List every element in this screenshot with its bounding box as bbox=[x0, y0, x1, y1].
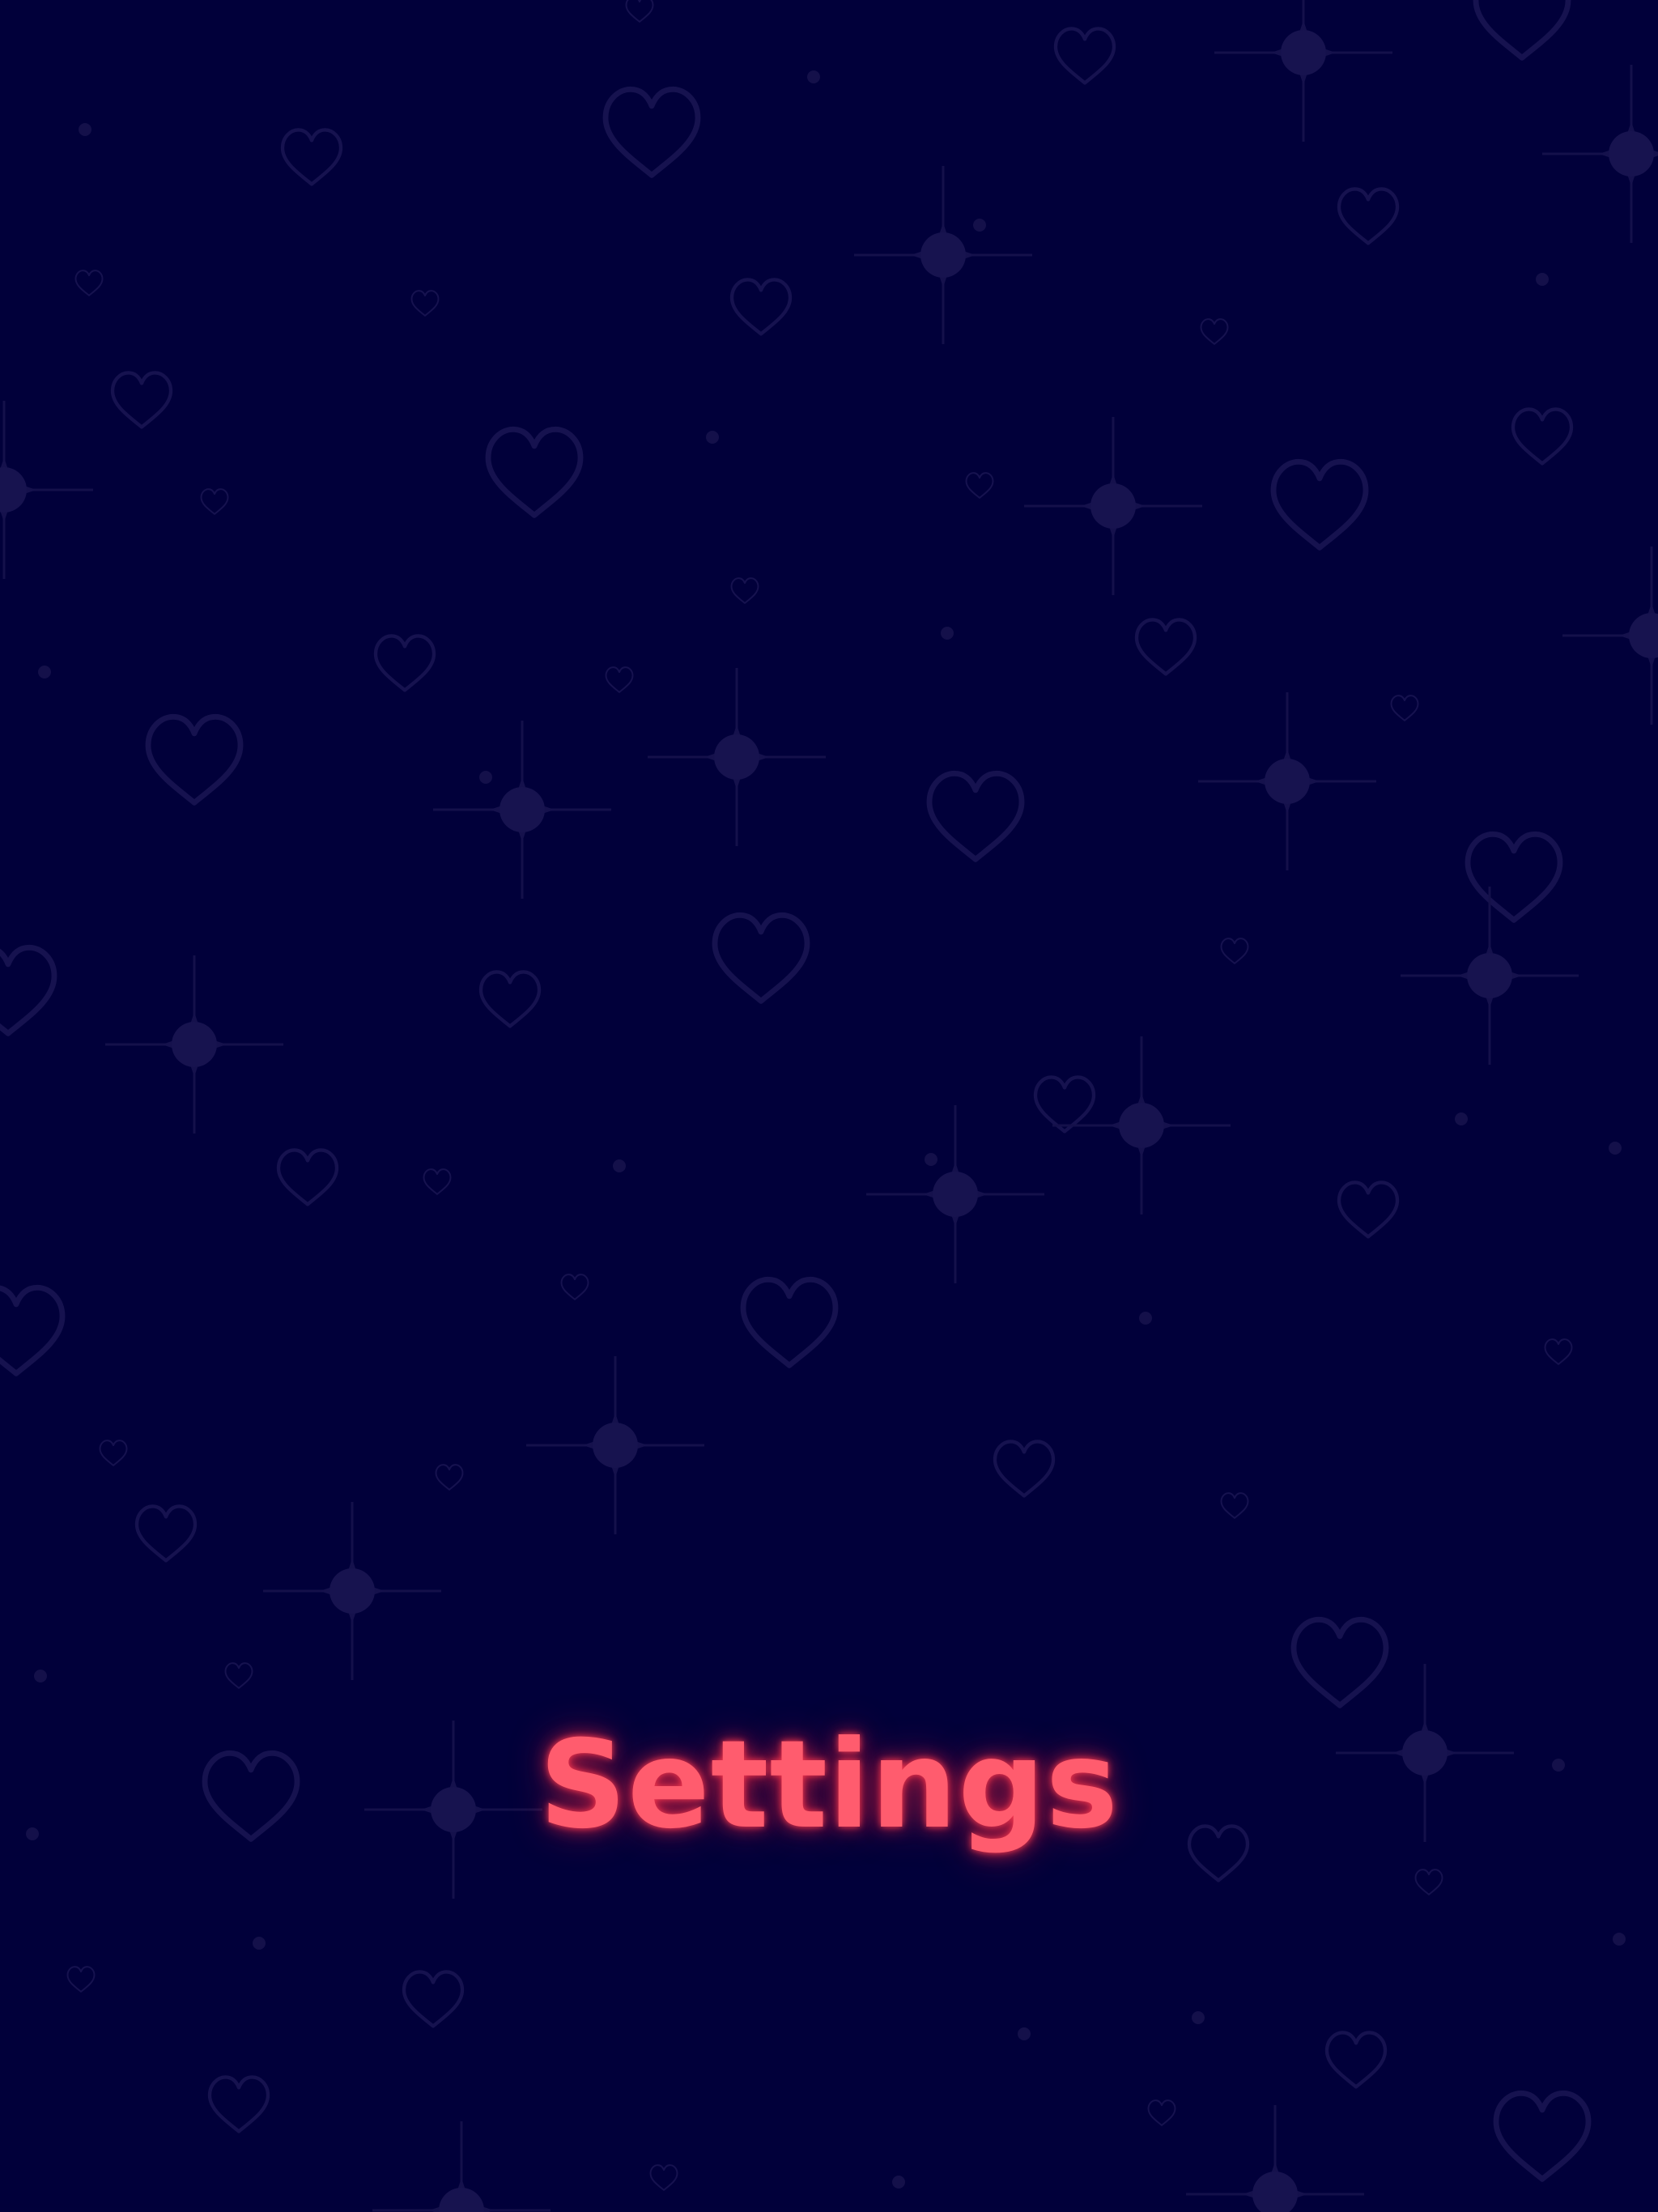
heart-outline-icon bbox=[1390, 695, 1419, 721]
background-dot bbox=[1018, 2027, 1031, 2040]
sparkle-icon bbox=[104, 954, 285, 1135]
sparkle-icon bbox=[371, 2120, 552, 2212]
background-pattern bbox=[0, 0, 1658, 2212]
heart-outline-icon bbox=[0, 1287, 62, 1373]
background-dot bbox=[892, 2176, 905, 2189]
heart-outline-icon bbox=[560, 1274, 589, 1300]
heart-outline-icon bbox=[995, 1441, 1053, 1495]
heart-outline-icon bbox=[488, 429, 580, 515]
heart-outline-icon bbox=[210, 2077, 268, 2131]
heart-outline-icon bbox=[1476, 0, 1568, 57]
sparkle-icon bbox=[1197, 691, 1378, 872]
background-dot bbox=[613, 1159, 626, 1172]
heart-outline-icon bbox=[404, 1972, 462, 2026]
heart-outline-icon bbox=[410, 290, 440, 317]
background-dot bbox=[706, 431, 719, 444]
heart-outline-icon bbox=[929, 773, 1022, 859]
heart-outline-icon bbox=[137, 1506, 195, 1560]
settings-title: Settings bbox=[538, 1715, 1120, 1856]
heart-outline-icon bbox=[1339, 1182, 1397, 1236]
sparkle-icon bbox=[1213, 0, 1394, 143]
sparkle-icon bbox=[1561, 545, 1658, 726]
heart-outline-icon bbox=[376, 636, 434, 690]
heart-outline-icon bbox=[1294, 1619, 1386, 1705]
heart-outline-icon bbox=[1035, 1077, 1094, 1131]
heart-outline-icon bbox=[99, 1440, 128, 1466]
heart-outline-icon bbox=[1137, 619, 1195, 674]
heart-outline-icon bbox=[435, 1464, 464, 1491]
sparkle-icon bbox=[261, 1500, 443, 1682]
sparkle-icon bbox=[865, 1104, 1046, 1285]
background-dot bbox=[807, 70, 820, 83]
heart-outline-icon bbox=[1339, 189, 1397, 243]
background-dot bbox=[34, 1670, 47, 1682]
background-dot bbox=[1613, 1933, 1626, 1946]
heart-outline-icon bbox=[965, 472, 994, 499]
heart-outline-icon bbox=[606, 89, 698, 175]
background-dot bbox=[973, 219, 986, 232]
heart-outline-icon bbox=[732, 279, 790, 334]
heart-outline-icon bbox=[625, 0, 654, 23]
heart-outline-icon bbox=[481, 972, 539, 1026]
sparkle-icon bbox=[1399, 885, 1580, 1066]
sparkle-icon bbox=[432, 719, 613, 900]
heart-outline-icon bbox=[1147, 2099, 1176, 2126]
heart-outline-icon bbox=[148, 717, 240, 802]
background-dot bbox=[1455, 1112, 1468, 1125]
sparkle-icon bbox=[525, 1355, 706, 1536]
sparkle-icon bbox=[1541, 63, 1658, 245]
heart-outline-icon bbox=[1414, 1869, 1443, 1895]
heart-outline-icon bbox=[283, 130, 341, 184]
heart-outline-icon bbox=[743, 1279, 835, 1365]
heart-outline-icon bbox=[0, 947, 54, 1033]
heart-outline-icon bbox=[1273, 462, 1366, 547]
heart-outline-icon bbox=[1200, 318, 1229, 345]
heart-outline-icon bbox=[605, 666, 634, 693]
background-dot bbox=[479, 771, 492, 784]
background-dot bbox=[925, 1153, 937, 1166]
heart-outline-icon bbox=[649, 2164, 678, 2191]
background-dot bbox=[79, 123, 91, 136]
heart-outline-icon bbox=[200, 488, 229, 515]
heart-outline-icon bbox=[113, 372, 171, 427]
background-dot bbox=[38, 666, 51, 678]
heart-outline-icon bbox=[715, 915, 807, 1001]
heart-outline-icon bbox=[278, 1150, 337, 1204]
heart-outline-icon bbox=[1468, 834, 1560, 920]
sparkle-icon bbox=[646, 666, 827, 848]
background-dot bbox=[253, 1937, 266, 1950]
sparkle-icon bbox=[1051, 1035, 1232, 1216]
heart-outline-icon bbox=[1513, 409, 1571, 463]
sparkle-icon bbox=[852, 164, 1034, 346]
background-dot bbox=[1139, 1312, 1152, 1325]
background-dot bbox=[1536, 273, 1549, 286]
heart-outline-icon bbox=[74, 270, 104, 296]
heart-outline-icon bbox=[1496, 2093, 1588, 2179]
heart-outline-icon bbox=[1056, 28, 1114, 83]
sparkle-icon bbox=[0, 399, 95, 581]
sparkle-icon bbox=[1022, 415, 1204, 597]
heart-outline-icon bbox=[1220, 1492, 1249, 1519]
heart-outline-icon bbox=[1220, 938, 1249, 964]
heart-outline-icon bbox=[1327, 2032, 1385, 2087]
background-dot bbox=[941, 627, 954, 640]
heart-outline-icon bbox=[224, 1662, 253, 1689]
heart-outline-icon bbox=[66, 1966, 96, 1993]
heart-outline-icon bbox=[730, 577, 759, 604]
settings-screen: Settings bbox=[0, 0, 1658, 2212]
background-dot bbox=[1609, 1142, 1622, 1155]
background-dot bbox=[1192, 2011, 1205, 2024]
heart-outline-icon bbox=[423, 1168, 452, 1195]
sparkle-icon bbox=[1184, 2104, 1366, 2212]
heart-outline-icon bbox=[1544, 1338, 1573, 1365]
